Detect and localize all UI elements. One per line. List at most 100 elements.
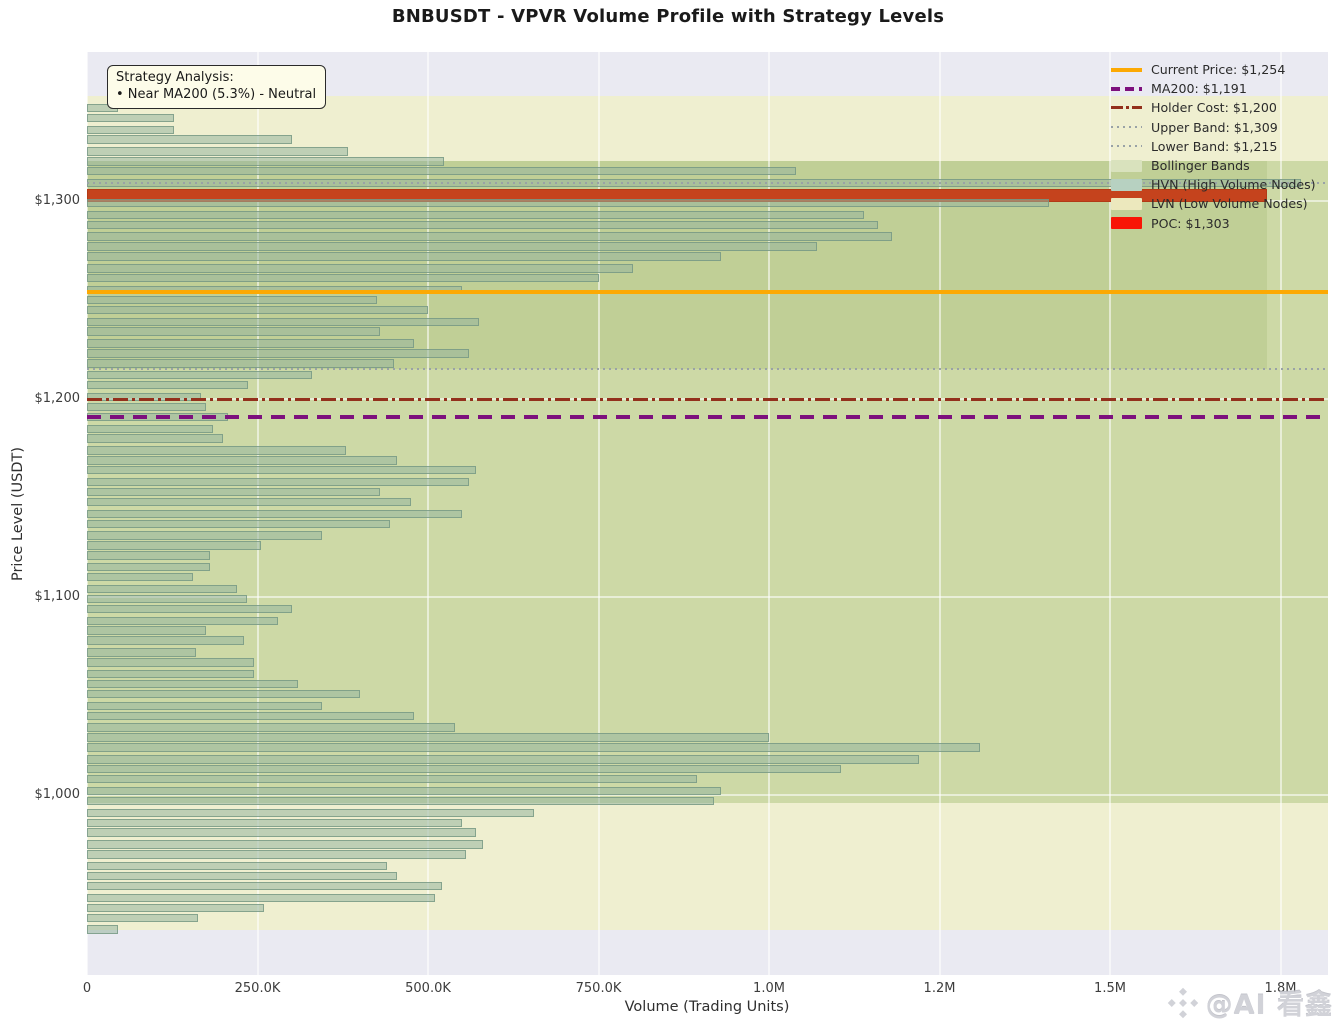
strategy-analysis-text: • Near MA200 (5.3%) - Neutral (116, 87, 317, 103)
legend-item: Bollinger Bands (1111, 156, 1316, 175)
volume-bar (87, 584, 238, 594)
volume-bar (87, 563, 210, 572)
volume-bar (87, 850, 466, 859)
volume-bar (87, 317, 480, 326)
legend-label: MA200: $1,191 (1151, 81, 1247, 97)
volume-bar (87, 670, 255, 679)
legend-item: Holder Cost: $1,200 (1111, 98, 1316, 117)
volume-bar (87, 359, 394, 368)
y-tick-label: $1,000 (34, 787, 81, 802)
volume-bar (87, 135, 292, 144)
volume-bar (87, 125, 174, 134)
x-tick-label: 1.2M (923, 981, 956, 996)
volume-bar (87, 711, 415, 720)
volume-bar (87, 658, 255, 667)
volume-bar (87, 733, 769, 742)
volume-bar (87, 157, 444, 166)
volume-bar (87, 264, 633, 273)
strategy-analysis-title: Strategy Analysis: (116, 70, 234, 85)
legend-label: HVN (High Volume Nodes) (1151, 177, 1316, 193)
chart-title: BNBUSDT - VPVR Volume Profile with Strat… (391, 6, 945, 27)
volume-bar (87, 818, 463, 827)
volume-bar (87, 541, 261, 550)
legend-swatch (1111, 178, 1142, 191)
legend-swatch (1111, 159, 1142, 172)
holder-cost-line (87, 397, 1328, 401)
plot-area: Strategy Analysis: • Near MA200 (5.3%) -… (87, 52, 1328, 975)
x-tick-label: 1.0M (753, 981, 785, 996)
watermark-text: @AI 看鑫 (1205, 990, 1333, 1021)
legend-label: Lower Band: $1,215 (1151, 138, 1278, 154)
x-tick-label: 500.0K (405, 981, 451, 996)
legend-swatch (1111, 145, 1142, 148)
volume-bar (87, 327, 381, 336)
volume-bar (87, 339, 415, 348)
volume-bar (87, 903, 265, 913)
legend-swatch (1111, 126, 1142, 129)
x-tick-label: 250.0K (234, 981, 281, 996)
legend-item: Upper Band: $1,309 (1111, 118, 1316, 137)
legend-item: LVN (Low Volume Nodes) (1111, 194, 1316, 213)
volume-bar (87, 594, 248, 604)
volume-bar (87, 380, 248, 390)
legend-item: MA200: $1,191 (1111, 79, 1316, 98)
volume-bar (87, 573, 193, 582)
volume-bar (87, 232, 892, 241)
volume-bar (87, 796, 715, 806)
volume-bar (87, 477, 469, 487)
volume-bar (87, 808, 534, 817)
volume-bar (87, 689, 360, 699)
x-tick-label: 750.0K (575, 981, 622, 996)
legend: Current Price: $1,254 MA200: $1,191 Holder… (1111, 60, 1316, 233)
binance-diamond-icon (1166, 986, 1199, 1019)
volume-bar (87, 424, 214, 433)
volume-bar (87, 636, 244, 645)
volume-bar (87, 252, 722, 261)
volume-bar (87, 434, 224, 443)
ma200-line (87, 415, 1328, 420)
volume-bar (87, 167, 797, 176)
legend-swatch (1111, 217, 1142, 230)
volume-bar (87, 828, 476, 837)
legend-item: POC: $1,303 (1111, 214, 1316, 233)
volume-bar (87, 295, 377, 305)
y-tick-label: $1,100 (34, 589, 81, 604)
volume-bar (87, 913, 199, 922)
volume-bar (87, 198, 1049, 208)
legend-swatch (1111, 86, 1142, 91)
volume-bar (87, 786, 722, 796)
volume-bar (87, 456, 398, 465)
legend-item: Lower Band: $1,215 (1111, 137, 1316, 156)
volume-bar (87, 509, 463, 519)
x-tick-label: 1.5M (1094, 981, 1126, 996)
volume-bar (87, 371, 313, 380)
legend-swatch (1111, 106, 1142, 110)
gridline (87, 596, 1328, 598)
legend-label: Upper Band: $1,309 (1151, 119, 1278, 135)
volume-bar (87, 446, 347, 455)
volume-bar (87, 893, 435, 903)
y-tick-label: $1,300 (34, 193, 81, 208)
volume-bar (87, 113, 174, 123)
volume-bar (87, 840, 483, 849)
volume-bar (87, 626, 207, 635)
volume-bar (87, 274, 599, 283)
volume-bar (87, 925, 118, 934)
y-axis-label: Price Level (USDT) (10, 446, 26, 582)
figure: BNBUSDT - VPVR Volume Profile with Strat… (0, 0, 1336, 1029)
volume-bar (87, 862, 388, 871)
volume-bar (87, 519, 391, 528)
legend-swatch (1111, 67, 1142, 72)
volume-bar (87, 305, 428, 315)
volume-bar (87, 487, 381, 497)
legend-label: LVN (Low Volume Nodes) (1151, 196, 1308, 212)
legend-label: Holder Cost: $1,200 (1151, 100, 1277, 116)
volume-bar (87, 679, 299, 689)
legend-label: POC: $1,303 (1151, 215, 1230, 231)
volume-bar (87, 497, 411, 507)
volume-bar (87, 755, 920, 764)
volume-bar (87, 743, 981, 752)
volume-bar (87, 701, 323, 711)
volume-bar (87, 349, 469, 358)
volume-bar (87, 604, 292, 614)
